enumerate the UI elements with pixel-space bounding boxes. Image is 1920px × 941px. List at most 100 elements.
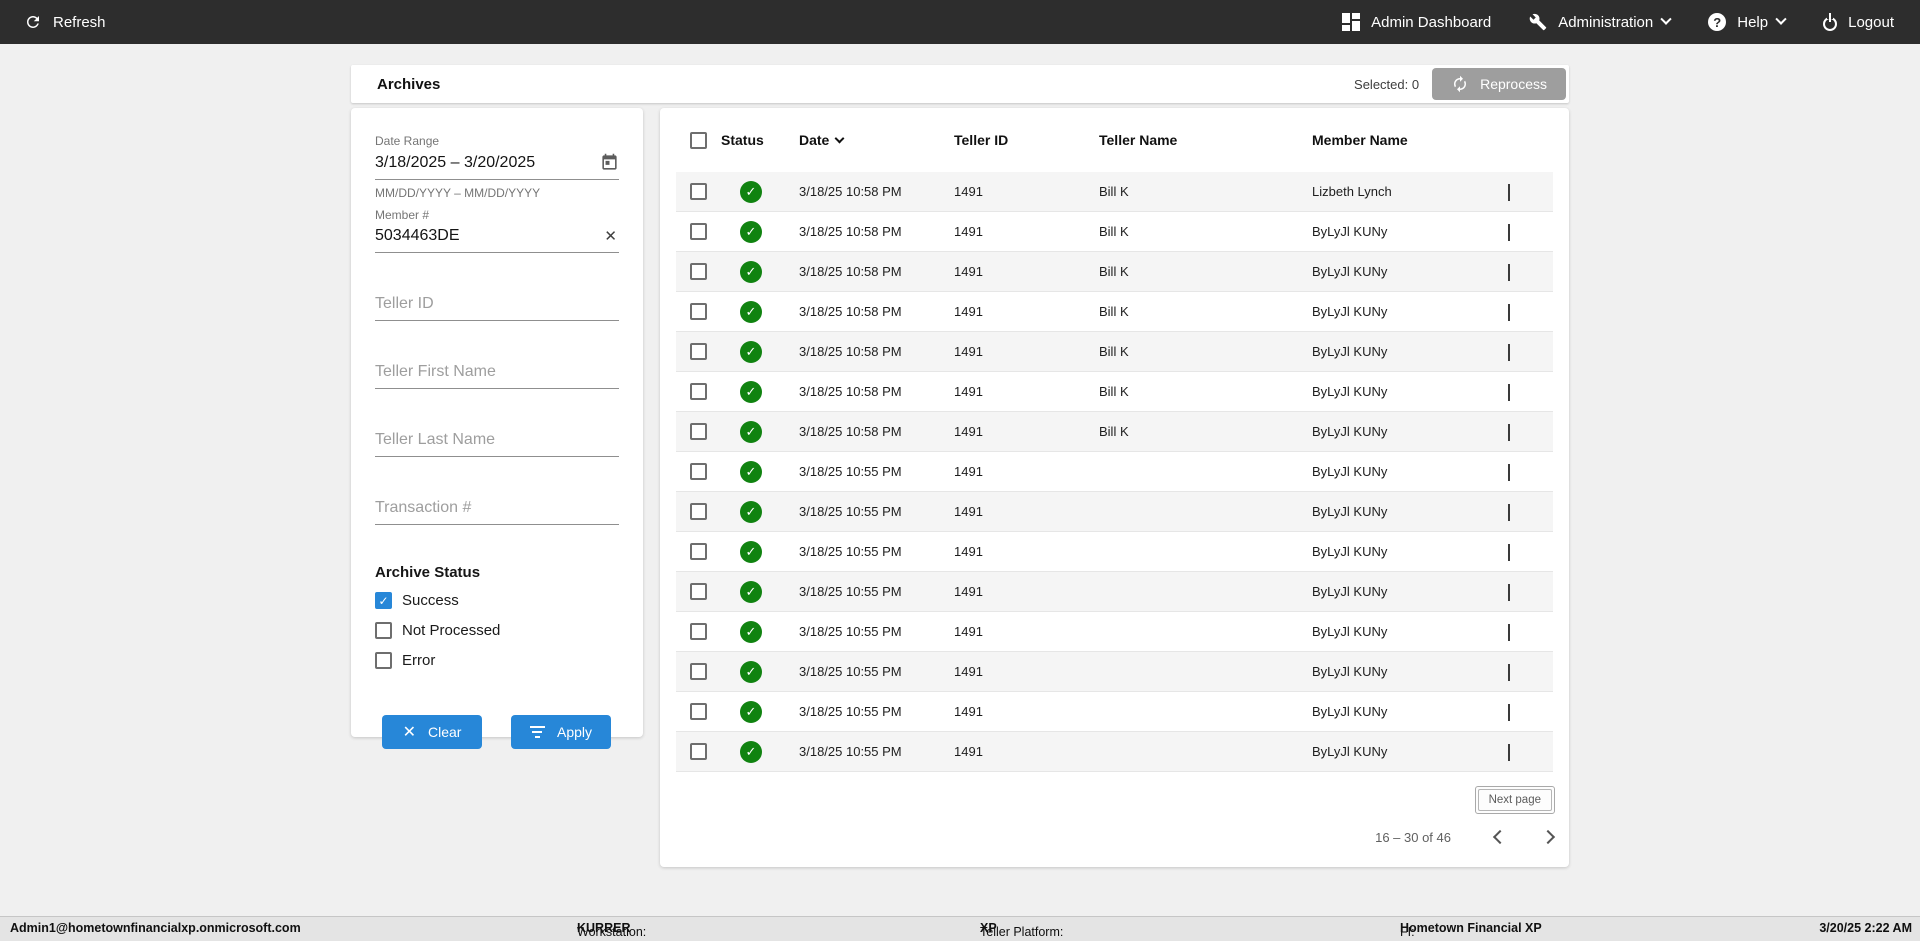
financial-institution-info: FI: Hometown Financial XP bbox=[1400, 921, 1542, 939]
calendar-icon[interactable] bbox=[600, 153, 619, 172]
status-bar: Admin1@hometownfinancialxp.onmicrosoft.c… bbox=[0, 916, 1920, 941]
row-date: 3/18/25 10:58 PM bbox=[799, 384, 902, 399]
archives-title-bar: Archives Selected: 0 Reprocess bbox=[351, 65, 1569, 103]
row-checkbox[interactable] bbox=[690, 743, 707, 760]
help-icon: ? bbox=[1708, 13, 1727, 31]
success-status-icon: ✓ bbox=[740, 180, 762, 203]
date-range-input[interactable]: 3/18/2025 – 3/20/2025 bbox=[375, 148, 619, 180]
teller-first-name-input[interactable]: Teller First Name bbox=[375, 358, 619, 389]
table-row[interactable]: ✓ 3/18/25 10:55 PM 1491 ByLyJl KUNy bbox=[676, 612, 1553, 652]
clear-button[interactable]: ✕ Clear bbox=[382, 715, 482, 749]
success-status-icon: ✓ bbox=[740, 540, 762, 563]
row-teller-name: Bill K bbox=[1099, 304, 1129, 319]
teller-last-name-placeholder: Teller Last Name bbox=[375, 431, 496, 448]
navbar-right-group: Admin Dashboard Administration ? Help Lo… bbox=[1342, 13, 1894, 31]
logout-button[interactable]: Logout bbox=[1823, 14, 1894, 31]
checkbox-error[interactable]: Error bbox=[375, 650, 619, 671]
row-member-name: ByLyJl KUNy bbox=[1312, 584, 1388, 599]
table-row[interactable]: ✓ 3/18/25 10:55 PM 1491 ByLyJl KUNy bbox=[676, 452, 1553, 492]
row-teller-id: 1491 bbox=[954, 544, 983, 559]
table-row[interactable]: ✓ 3/18/25 10:58 PM 1491 Bill K Lizbeth L… bbox=[676, 172, 1553, 212]
next-page-button[interactable] bbox=[1540, 829, 1556, 845]
date-range-value: 3/18/2025 – 3/20/2025 bbox=[375, 153, 536, 171]
checkbox-success[interactable]: Success bbox=[375, 590, 619, 611]
expand-row-icon[interactable] bbox=[1508, 664, 1510, 681]
table-row[interactable]: ✓ 3/18/25 10:58 PM 1491 Bill K ByLyJl KU… bbox=[676, 212, 1553, 252]
table-row[interactable]: ✓ 3/18/25 10:58 PM 1491 Bill K ByLyJl KU… bbox=[676, 332, 1553, 372]
row-checkbox[interactable] bbox=[690, 423, 707, 440]
success-status-icon: ✓ bbox=[740, 220, 762, 243]
select-all-checkbox[interactable] bbox=[690, 131, 707, 149]
table-header-row: Status Date Teller ID Teller Name Member… bbox=[676, 108, 1553, 172]
checkbox-not-processed[interactable]: Not Processed bbox=[375, 620, 619, 641]
table-row[interactable]: ✓ 3/18/25 10:58 PM 1491 Bill K ByLyJl KU… bbox=[676, 292, 1553, 332]
row-checkbox[interactable] bbox=[690, 383, 707, 400]
table-row[interactable]: ✓ 3/18/25 10:55 PM 1491 ByLyJl KUNy bbox=[676, 732, 1553, 772]
administration-menu[interactable]: Administration bbox=[1529, 13, 1672, 31]
row-checkbox[interactable] bbox=[690, 623, 707, 640]
column-header-teller-id[interactable]: Teller ID bbox=[954, 132, 1099, 148]
teller-first-name-placeholder: Teller First Name bbox=[375, 363, 496, 380]
table-row[interactable]: ✓ 3/18/25 10:58 PM 1491 Bill K ByLyJl KU… bbox=[676, 412, 1553, 452]
table-row[interactable]: ✓ 3/18/25 10:55 PM 1491 ByLyJl KUNy bbox=[676, 652, 1553, 692]
row-checkbox[interactable] bbox=[690, 463, 707, 480]
help-menu[interactable]: ? Help bbox=[1708, 13, 1787, 31]
expand-row-icon[interactable] bbox=[1508, 744, 1510, 761]
member-input[interactable]: 5034463DE ✕ bbox=[375, 222, 619, 253]
expand-row-icon[interactable] bbox=[1508, 504, 1510, 521]
pagination: 16 – 30 of 46 bbox=[1375, 824, 1556, 850]
reprocess-button[interactable]: Reprocess bbox=[1432, 68, 1566, 100]
admin-dashboard-button[interactable]: Admin Dashboard bbox=[1342, 13, 1491, 31]
table-row[interactable]: ✓ 3/18/25 10:58 PM 1491 Bill K ByLyJl KU… bbox=[676, 252, 1553, 292]
table-row[interactable]: ✓ 3/18/25 10:58 PM 1491 Bill K ByLyJl KU… bbox=[676, 372, 1553, 412]
row-checkbox[interactable] bbox=[690, 543, 707, 560]
expand-row-icon[interactable] bbox=[1508, 544, 1510, 561]
refresh-button[interactable]: Refresh bbox=[24, 13, 106, 31]
table-row[interactable]: ✓ 3/18/25 10:55 PM 1491 ByLyJl KUNy bbox=[676, 692, 1553, 732]
teller-last-name-input[interactable]: Teller Last Name bbox=[375, 426, 619, 457]
expand-row-icon[interactable] bbox=[1508, 384, 1510, 401]
previous-page-button[interactable] bbox=[1492, 829, 1508, 845]
row-teller-id: 1491 bbox=[954, 504, 983, 519]
table-row[interactable]: ✓ 3/18/25 10:55 PM 1491 ByLyJl KUNy bbox=[676, 572, 1553, 612]
row-checkbox[interactable] bbox=[690, 263, 707, 280]
success-status-icon: ✓ bbox=[740, 500, 762, 523]
success-status-icon: ✓ bbox=[740, 660, 762, 683]
apply-button[interactable]: Apply bbox=[511, 715, 611, 749]
checkbox[interactable] bbox=[375, 592, 392, 609]
checkbox[interactable] bbox=[375, 652, 392, 669]
row-checkbox[interactable] bbox=[690, 663, 707, 680]
row-checkbox[interactable] bbox=[690, 343, 707, 360]
transaction-number-input[interactable]: Transaction # bbox=[375, 494, 619, 525]
expand-row-icon[interactable] bbox=[1508, 304, 1510, 321]
expand-row-icon[interactable] bbox=[1508, 224, 1510, 241]
column-header-date[interactable]: Date bbox=[799, 132, 954, 148]
row-checkbox[interactable] bbox=[690, 503, 707, 520]
expand-row-icon[interactable] bbox=[1508, 464, 1510, 481]
table-row[interactable]: ✓ 3/18/25 10:55 PM 1491 ByLyJl KUNy bbox=[676, 532, 1553, 572]
checkbox-label: Not Processed bbox=[402, 622, 501, 639]
row-checkbox[interactable] bbox=[690, 223, 707, 240]
expand-row-icon[interactable] bbox=[1508, 344, 1510, 361]
expand-row-icon[interactable] bbox=[1508, 424, 1510, 441]
expand-row-icon[interactable] bbox=[1508, 184, 1510, 201]
expand-row-icon[interactable] bbox=[1508, 584, 1510, 601]
row-date: 3/18/25 10:55 PM bbox=[799, 584, 902, 599]
row-checkbox[interactable] bbox=[690, 303, 707, 320]
row-checkbox[interactable] bbox=[690, 183, 707, 200]
teller-id-input[interactable]: Teller ID bbox=[375, 290, 619, 321]
column-header-status[interactable]: Status bbox=[721, 132, 799, 148]
expand-row-icon[interactable] bbox=[1508, 704, 1510, 721]
row-member-name: ByLyJl KUNy bbox=[1312, 264, 1388, 279]
chevron-down-icon bbox=[1660, 13, 1672, 25]
checkbox[interactable] bbox=[375, 622, 392, 639]
expand-row-icon[interactable] bbox=[1508, 264, 1510, 281]
expand-row-icon[interactable] bbox=[1508, 624, 1510, 641]
clear-member-icon[interactable]: ✕ bbox=[602, 227, 619, 245]
member-value: 5034463DE bbox=[375, 227, 460, 244]
column-header-teller-name[interactable]: Teller Name bbox=[1099, 132, 1312, 148]
table-row[interactable]: ✓ 3/18/25 10:55 PM 1491 ByLyJl KUNy bbox=[676, 492, 1553, 532]
row-checkbox[interactable] bbox=[690, 583, 707, 600]
row-checkbox[interactable] bbox=[690, 703, 707, 720]
column-header-member-name[interactable]: Member Name bbox=[1312, 132, 1504, 148]
